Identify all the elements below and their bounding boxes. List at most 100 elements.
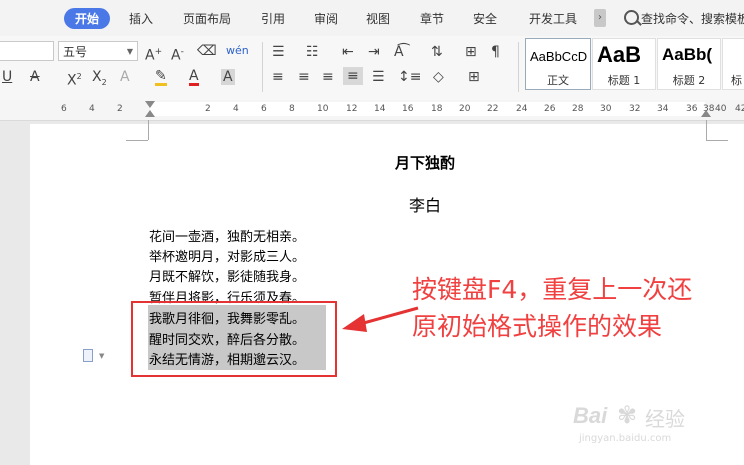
ruler-tick-label: 42 — [735, 104, 744, 114]
numbered-list-icon[interactable]: ☷ — [306, 44, 319, 60]
poem-line[interactable]: 举杯邀明月，对影成三人。 — [149, 246, 305, 265]
ruler-tick-label: 34 — [657, 104, 669, 114]
bullet-list-icon[interactable]: ☰ — [272, 44, 285, 60]
shrink-font-icon[interactable]: A- — [171, 44, 184, 64]
crop-mark — [148, 120, 149, 140]
paragraph-settings-icon[interactable]: ¶ — [491, 44, 500, 60]
watermark-brand-2: 经验 — [645, 407, 685, 431]
tab-developer[interactable]: 开发工具 — [529, 10, 577, 27]
subscript-icon[interactable]: X2 — [92, 69, 107, 91]
tab-page-layout[interactable]: 页面布局 — [183, 10, 231, 27]
document-outline-icon[interactable] — [83, 349, 93, 362]
style-heading-3[interactable]: 标 — [722, 38, 744, 90]
poem-line[interactable]: 月既不解饮，影徒随我身。 — [149, 266, 305, 285]
ruler-tick-label: 30 — [600, 104, 612, 114]
font-name-select[interactable] — [0, 41, 54, 61]
ruler-tick-label: 22 — [487, 104, 499, 114]
chevron-down-icon[interactable]: ▼ — [127, 42, 133, 62]
tab-chapter[interactable]: 章节 — [420, 10, 444, 27]
paragraph-shading-icon[interactable]: ◇ — [433, 69, 444, 85]
menu-bar: 开始 插入 页面布局 引用 审阅 视图 章节 安全 开发工具 › 查找命令、搜索… — [0, 0, 744, 36]
crop-mark — [706, 120, 707, 140]
ruler-tick-label: 4 — [233, 104, 239, 114]
first-line-indent-marker[interactable] — [145, 101, 155, 108]
style-label: 标题 1 — [607, 74, 641, 87]
style-sample: AaBbCcD — [530, 49, 588, 64]
hanging-indent-marker[interactable] — [145, 110, 155, 117]
command-search-input[interactable]: 查找命令、搜索模板 — [641, 10, 744, 27]
style-sample: AaBb( — [662, 45, 713, 64]
paw-icon: ✾ — [617, 401, 638, 429]
decrease-indent-icon[interactable]: ⇤ — [342, 44, 354, 60]
superscript-icon[interactable]: X2 — [67, 69, 82, 89]
grow-font-icon[interactable]: A+ — [145, 44, 162, 64]
tab-home[interactable]: 开始 — [64, 8, 111, 29]
ruler-tick-label: 40 — [715, 104, 727, 114]
ruler-tick-label: 12 — [346, 104, 358, 114]
tab-references[interactable]: 引用 — [261, 10, 285, 27]
underline-icon[interactable]: U — [2, 69, 12, 85]
align-left-icon[interactable]: ≡ — [272, 69, 284, 85]
text-effect-icon[interactable]: A — [120, 69, 130, 85]
tab-security[interactable]: 安全 — [473, 10, 497, 27]
line-spacing-icon[interactable]: ↕≡ — [398, 69, 421, 85]
ruler-tick-label: 4 — [89, 104, 95, 114]
ruler-tick-label: 18 — [431, 104, 443, 114]
ruler-tick-label: 6 — [61, 104, 67, 114]
ruler-tick-label: 28 — [572, 104, 584, 114]
style-label: 正文 — [547, 74, 569, 87]
font-size-select[interactable]: 五号 ▼ — [58, 41, 138, 61]
font-color-icon[interactable]: A — [189, 69, 199, 86]
ruler-tick-label: 2 — [117, 104, 123, 114]
style-label: 标题 2 — [672, 74, 706, 87]
increase-indent-icon[interactable]: ⇥ — [368, 44, 380, 60]
eraser-icon[interactable]: ⌫ — [197, 43, 217, 59]
tab-insert[interactable]: 插入 — [129, 10, 153, 27]
font-size-value: 五号 — [63, 45, 88, 59]
ruler-tick-label: 20 — [459, 104, 471, 114]
style-normal[interactable]: AaBbCcD 正文 — [525, 38, 591, 90]
strikethrough-icon[interactable]: A — [30, 69, 40, 85]
text-direction-icon[interactable]: A͡ — [394, 44, 404, 60]
ruler-tick-label: 10 — [317, 104, 329, 114]
distribute-icon[interactable]: ☰ — [372, 69, 385, 85]
poem-line[interactable]: 花间一壶酒，独酌无相亲。 — [149, 226, 305, 245]
ruler-tick-label: 24 — [516, 104, 528, 114]
style-label: 标 — [731, 74, 742, 87]
borders-icon[interactable]: ⊞ — [468, 69, 480, 85]
show-marks-icon[interactable]: ⊞ — [465, 44, 477, 60]
highlight-icon[interactable]: ✎ — [155, 69, 167, 86]
style-heading-2[interactable]: AaBb( 标题 2 — [657, 38, 721, 90]
ruler-tick-label: 32 — [629, 104, 641, 114]
align-right-icon[interactable]: ≡ — [322, 69, 334, 85]
right-indent-marker[interactable] — [701, 110, 711, 117]
watermark: Bai ✾ 经验 jingyan.baidu.com — [573, 395, 743, 455]
ruler-tick-label: 2 — [205, 104, 211, 114]
sort-icon[interactable]: ⇅ — [431, 44, 443, 60]
callout-line: 原初始格式操作的效果 — [412, 312, 663, 341]
tab-review[interactable]: 审阅 — [314, 10, 338, 27]
ruler-tick-label: 6 — [261, 104, 267, 114]
crop-mark — [706, 126, 728, 141]
tab-view[interactable]: 视图 — [366, 10, 390, 27]
poem-title[interactable]: 月下独酌 — [330, 152, 520, 173]
align-center-icon[interactable]: ≡ — [298, 69, 310, 85]
search-icon[interactable] — [624, 10, 639, 25]
ruler-tick-label: 16 — [402, 104, 414, 114]
more-tabs-button[interactable]: › — [594, 9, 606, 27]
justify-icon[interactable]: ≡ — [343, 67, 363, 85]
phonetic-guide-icon[interactable]: wén — [226, 43, 249, 59]
crop-mark — [126, 126, 148, 141]
ruler-tick-label: 8 — [289, 104, 295, 114]
callout-line: 按键盘F4，重复上一次还 — [412, 275, 693, 304]
style-heading-1[interactable]: AaB 标题 1 — [592, 38, 656, 90]
char-shading-icon[interactable]: A — [221, 69, 235, 85]
callout-arrow — [342, 306, 419, 332]
chevron-down-icon[interactable]: ▼ — [99, 352, 104, 360]
watermark-url: jingyan.baidu.com — [579, 433, 672, 444]
toolbar-separator — [262, 42, 263, 92]
ruler-tick-label: 36 — [686, 104, 698, 114]
style-sample: AaB — [597, 42, 642, 67]
poem-author[interactable]: 李白 — [330, 192, 520, 216]
highlight-box — [131, 301, 337, 377]
